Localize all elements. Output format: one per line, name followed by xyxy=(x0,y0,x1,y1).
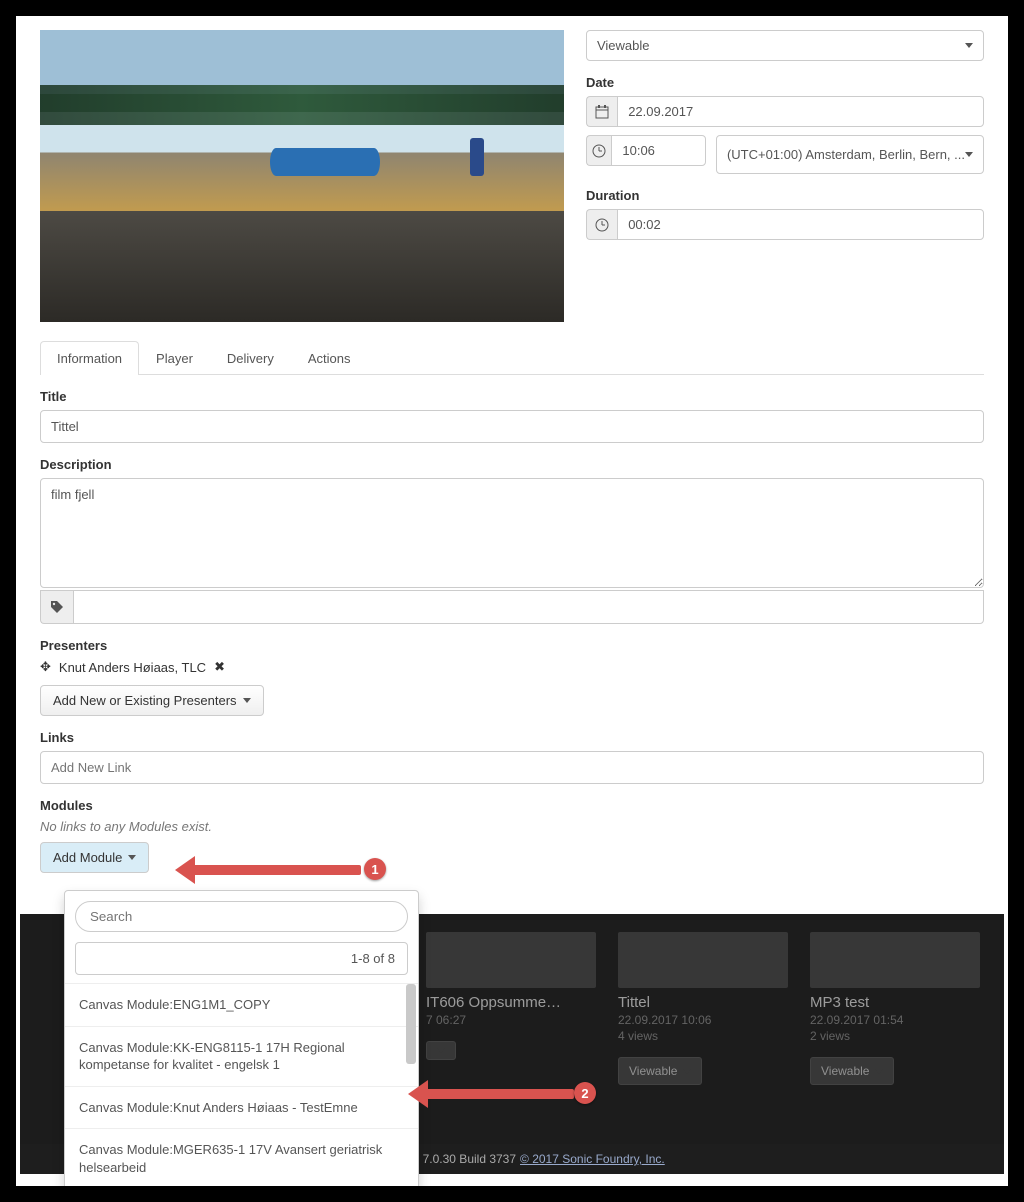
calendar-icon xyxy=(586,96,617,127)
modules-empty-text: No links to any Modules exist. xyxy=(40,819,984,834)
tab-information[interactable]: Information xyxy=(40,341,139,375)
tag-icon xyxy=(40,590,73,624)
date-input[interactable] xyxy=(617,96,984,127)
footer-copyright-link[interactable]: © 2017 Sonic Foundry, Inc. xyxy=(520,1152,665,1166)
modules-label: Modules xyxy=(40,798,984,813)
add-presenter-button[interactable]: Add New or Existing Presenters xyxy=(40,685,264,716)
description-label: Description xyxy=(40,457,984,472)
add-module-label: Add Module xyxy=(53,850,122,865)
move-icon[interactable] xyxy=(40,659,51,675)
description-input[interactable] xyxy=(40,478,984,588)
caret-down-icon xyxy=(965,152,973,157)
tab-player[interactable]: Player xyxy=(139,341,210,375)
module-option[interactable]: Canvas Module:ENG1M1_COPY xyxy=(65,984,418,1027)
add-module-button[interactable]: Add Module xyxy=(40,842,149,873)
module-option[interactable]: Canvas Module:KK-ENG8115-1 17H Regional … xyxy=(65,1027,418,1087)
tags-input[interactable] xyxy=(73,590,984,624)
annotation-arrow-1 xyxy=(191,865,361,875)
visibility-select[interactable]: Viewable xyxy=(586,30,984,61)
duration-input[interactable] xyxy=(617,209,984,240)
title-label: Title xyxy=(40,389,984,404)
module-search-input[interactable] xyxy=(75,901,408,932)
links-input[interactable] xyxy=(40,751,984,784)
annotation-badge-2: 2 xyxy=(574,1082,596,1104)
timezone-value: (UTC+01:00) Amsterdam, Berlin, Bern, ... xyxy=(727,147,965,162)
tab-delivery[interactable]: Delivery xyxy=(210,341,291,375)
presenters-label: Presenters xyxy=(40,638,984,653)
annotation-arrow-2 xyxy=(424,1089,574,1099)
add-presenter-label: Add New or Existing Presenters xyxy=(53,693,237,708)
tabs: Information Player Delivery Actions xyxy=(40,340,984,375)
remove-presenter-icon[interactable] xyxy=(214,659,225,675)
caret-down-icon xyxy=(965,43,973,48)
title-input[interactable] xyxy=(40,410,984,443)
timezone-select[interactable]: (UTC+01:00) Amsterdam, Berlin, Bern, ... xyxy=(716,135,984,174)
links-label: Links xyxy=(40,730,984,745)
caret-down-icon xyxy=(128,855,136,860)
presenter-name: Knut Anders Høiaas, TLC xyxy=(59,660,206,675)
module-dropdown: 1-8 of 8 Canvas Module:ENG1M1_COPY Canva… xyxy=(64,890,419,1190)
visibility-value: Viewable xyxy=(597,38,650,53)
module-count: 1-8 of 8 xyxy=(75,942,408,975)
module-option[interactable]: Canvas Module:MGER635-1 17V Avansert ger… xyxy=(65,1129,418,1189)
date-label: Date xyxy=(586,75,984,90)
clock-icon xyxy=(586,135,611,166)
module-option[interactable]: Canvas Module:Knut Anders Høiaas - TestE… xyxy=(65,1087,418,1130)
clock-icon xyxy=(586,209,617,240)
duration-label: Duration xyxy=(586,188,984,203)
caret-down-icon xyxy=(243,698,251,703)
annotation-badge-1: 1 xyxy=(364,858,386,880)
tab-actions[interactable]: Actions xyxy=(291,341,368,375)
scrollbar-thumb[interactable] xyxy=(406,984,416,1064)
video-thumbnail xyxy=(40,30,564,322)
time-input[interactable] xyxy=(611,135,706,166)
